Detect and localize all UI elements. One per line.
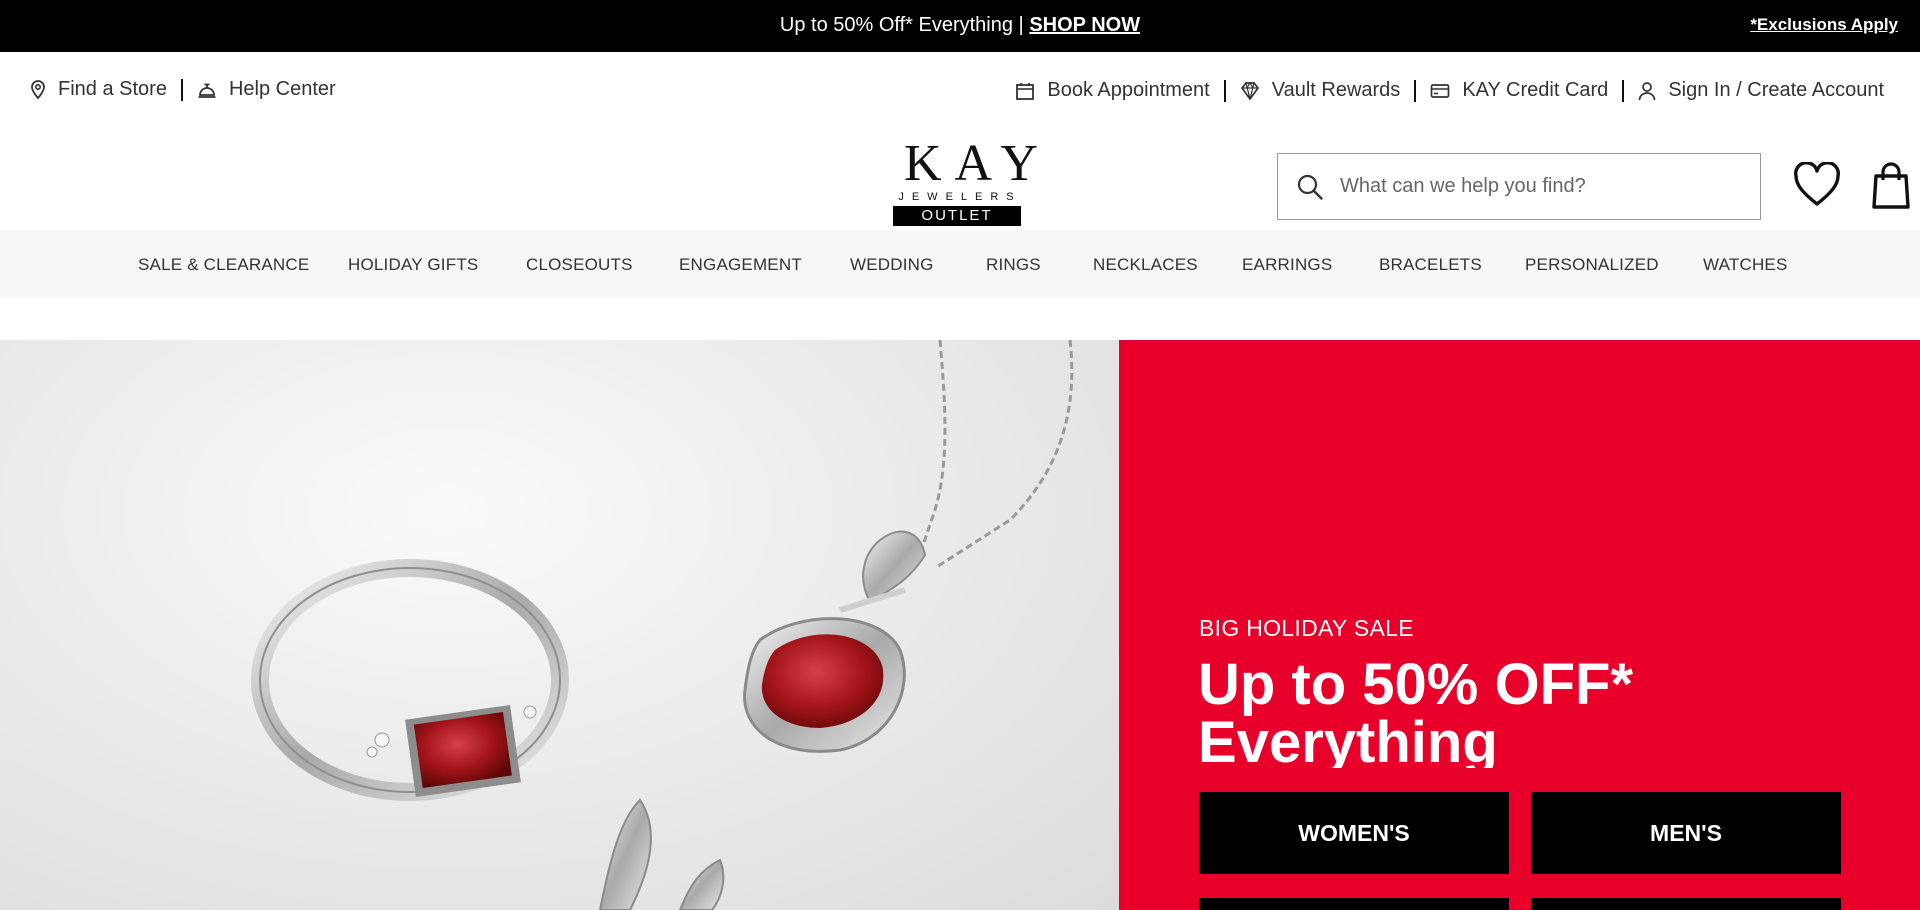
nav-item-holiday-gifts[interactable]: HOLIDAY GIFTS [348, 255, 478, 275]
search-input[interactable] [1340, 175, 1720, 198]
promo-bar: Up to 50% Off* Everything | SHOP NOW *Ex… [0, 0, 1920, 52]
nav-item-bracelets[interactable]: BRACELETS [1379, 255, 1482, 275]
vault-rewards-link[interactable]: Vault Rewards [1240, 79, 1401, 102]
sign-in-label: Sign In / Create Account [1668, 79, 1884, 101]
vault-rewards-label: Vault Rewards [1271, 79, 1401, 101]
book-appointment-label: Book Appointment [1047, 79, 1210, 101]
location-pin-icon [31, 79, 45, 99]
kay-outlet-logo[interactable]: KAY JEWELERS OUTLET [892, 135, 1051, 226]
nav-item-closeouts[interactable]: CLOSEOUTS [526, 255, 633, 275]
help-center-label: Help Center [228, 78, 336, 100]
find-store-label: Find a Store [58, 78, 167, 100]
hero-banner: BIG HOLIDAY SALE Up to 50% OFF* Everythi… [0, 340, 1920, 910]
nav-item-necklaces[interactable]: NECKLACES [1093, 255, 1198, 275]
hero-jewelry-image[interactable] [0, 340, 1119, 910]
exclusions-link[interactable]: *Exclusions Apply [1750, 15, 1898, 35]
diamond-icon [1240, 81, 1259, 100]
nav-item-sale-clearance[interactable]: SALE & CLEARANCE [138, 255, 309, 275]
hero-headline: Up to 50% OFF* Everything [1198, 656, 1634, 768]
promo-panel: BIG HOLIDAY SALE Up to 50% OFF* Everythi… [1119, 340, 1920, 910]
service-bell-icon [198, 83, 216, 98]
nav-item-watches[interactable]: WATCHES [1703, 255, 1788, 275]
nav-item-engagement[interactable]: ENGAGEMENT [679, 255, 802, 275]
heart-icon[interactable] [1793, 162, 1841, 208]
logo-outlet-tag: OUTLET [893, 206, 1021, 226]
nav-item-wedding[interactable]: WEDDING [850, 255, 934, 275]
secondary-button-top[interactable] [1199, 898, 1509, 910]
shop-now-link[interactable]: SHOP NOW [1029, 14, 1140, 36]
nav-item-earrings[interactable]: EARRINGS [1242, 255, 1332, 275]
main-navigation: SALE & CLEARANCE HOLIDAY GIFTS CLOSEOUTS… [0, 230, 1920, 297]
user-icon [1638, 81, 1656, 100]
promo-message: Up to 50% Off* Everything | SHOP NOW [0, 14, 1920, 37]
womens-button[interactable]: WOMEN'S [1199, 792, 1509, 874]
divider [1622, 79, 1625, 102]
nav-item-personalized[interactable]: PERSONALIZED [1525, 255, 1659, 275]
shopping-bag-icon[interactable] [1872, 162, 1910, 210]
divider [180, 78, 183, 101]
jewelry-illustration [251, 340, 1074, 910]
utility-bar: Find a Store Help Center Book Appointmen… [0, 52, 1920, 126]
sign-in-link[interactable]: Sign In / Create Account [1638, 79, 1884, 102]
search-icon[interactable] [1296, 173, 1324, 201]
credit-card-link[interactable]: KAY Credit Card [1430, 79, 1608, 102]
nav-item-rings[interactable]: RINGS [986, 255, 1041, 275]
divider [1223, 79, 1226, 102]
mens-button[interactable]: MEN'S [1531, 792, 1841, 874]
find-store-link[interactable]: Find a Store [30, 78, 167, 101]
promo-text: Up to 50% Off* Everything | [779, 14, 1024, 36]
credit-card-icon [1430, 83, 1450, 98]
credit-card-label: KAY Credit Card [1462, 79, 1609, 101]
logo-subtitle: JEWELERS [898, 191, 1022, 203]
search-box [1277, 153, 1761, 220]
book-appointment-link[interactable]: Book Appointment [1015, 79, 1210, 102]
calendar-icon [1016, 82, 1035, 100]
hero-eyebrow: BIG HOLIDAY SALE [1199, 615, 1414, 641]
logo-wordmark: KAY [904, 135, 1051, 192]
help-center-link[interactable]: Help Center [197, 78, 336, 101]
secondary-button-top[interactable] [1531, 898, 1841, 910]
divider [1414, 79, 1417, 102]
